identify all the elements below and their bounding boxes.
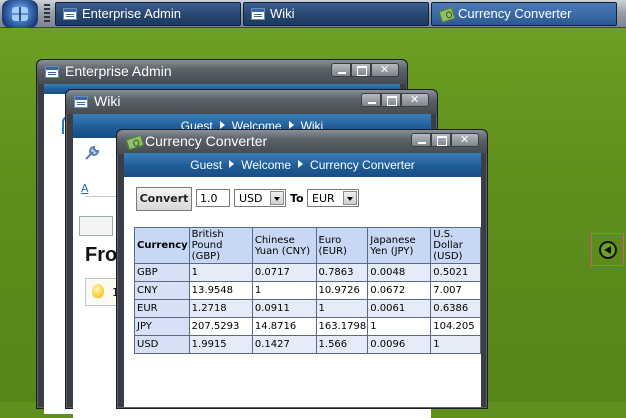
to-currency-value: EUR xyxy=(312,192,335,205)
taskbar-tab-currency-converter[interactable]: Currency Converter xyxy=(431,2,617,26)
window-title: Currency Converter xyxy=(145,133,268,149)
minimize-button[interactable] xyxy=(411,133,431,147)
breadcrumb-item[interactable]: Guest xyxy=(190,158,222,172)
table-cell: 1 xyxy=(315,299,369,318)
breadcrumb: Guest Welcome Currency Converter xyxy=(124,153,481,177)
window-icon xyxy=(45,66,59,78)
table-cell: 0.1427 xyxy=(251,335,317,354)
to-label: To xyxy=(290,192,304,205)
close-button[interactable] xyxy=(401,93,429,107)
table-cell: 1.9915 xyxy=(188,335,253,354)
taskbar-grip-icon[interactable] xyxy=(44,4,50,24)
lightbulb-icon xyxy=(92,284,104,298)
wiki-toolbar-button[interactable] xyxy=(79,216,113,236)
window-title: Wiki xyxy=(94,93,121,109)
maximize-button[interactable] xyxy=(431,133,451,147)
currency-converter-window: Currency Converter Guest Welcome Currency … xyxy=(116,129,488,409)
convert-button[interactable]: Convert xyxy=(136,187,192,211)
table-cell: 1 xyxy=(188,263,253,282)
table-cell: 1 xyxy=(430,335,481,354)
table-cell: 0.0061 xyxy=(367,299,432,318)
table-cell: 0.6386 xyxy=(430,299,481,318)
chevron-right-icon xyxy=(288,121,294,129)
column-header: Currency xyxy=(134,227,190,264)
from-currency-value: USD xyxy=(239,192,263,205)
table-cell: 0.7863 xyxy=(315,263,369,282)
column-header: Euro (EUR) xyxy=(315,227,369,264)
table-cell: 1 xyxy=(367,317,432,336)
currency-converter-content: Convert 1.0 USD To EUR Currency British … xyxy=(124,177,481,407)
table-cell: 0.5021 xyxy=(430,263,481,282)
column-header: U.S. Dollar (USD) xyxy=(430,227,481,264)
table-row: CNY 13.9548 1 10.9726 0.0672 7.007 xyxy=(134,281,481,300)
chevron-right-icon xyxy=(219,121,225,129)
table-row: EUR 1.2718 0.0911 1 0.0061 0.6386 xyxy=(134,299,481,318)
table-cell: 0.0096 xyxy=(367,335,432,354)
amount-input[interactable]: 1.0 xyxy=(196,189,230,207)
table-cell: 1.566 xyxy=(315,335,369,354)
minimize-button[interactable] xyxy=(361,93,381,107)
table-row: GBP 1 0.0717 0.7863 0.0048 0.5021 xyxy=(134,263,481,282)
taskbar: Enterprise Admin Wiki Currency Converter xyxy=(0,0,626,28)
wiki-link[interactable]: A xyxy=(81,182,89,195)
exchange-rate-table: Currency British Pound (GBP) Chinese Yua… xyxy=(134,227,481,354)
titlebar[interactable]: Wiki xyxy=(66,90,437,114)
maximize-button[interactable] xyxy=(381,93,401,107)
table-cell: 0.0048 xyxy=(367,263,432,282)
start-menu-icon[interactable] xyxy=(2,0,38,28)
chevron-down-icon[interactable] xyxy=(270,191,284,205)
minimize-button[interactable] xyxy=(331,63,351,77)
window-icon xyxy=(63,8,77,20)
chevron-right-icon xyxy=(229,160,235,168)
table-cell: 7.007 xyxy=(430,281,481,300)
table-cell: 163.1798 xyxy=(315,317,369,336)
row-header: GBP xyxy=(134,263,190,282)
row-header: USD xyxy=(134,335,190,354)
titlebar[interactable]: Enterprise Admin xyxy=(37,60,407,84)
column-header: British Pound (GBP) xyxy=(188,227,253,264)
table-cell: 1.2718 xyxy=(188,299,253,318)
money-icon xyxy=(438,7,456,23)
window-title: Enterprise Admin xyxy=(65,63,172,79)
chevron-down-icon[interactable] xyxy=(343,191,357,205)
wrench-icon[interactable] xyxy=(83,144,103,164)
column-header: Chinese Yuan (CNY) xyxy=(251,227,317,264)
money-icon xyxy=(125,134,145,151)
to-currency-select[interactable]: EUR xyxy=(307,189,359,207)
row-header: EUR xyxy=(134,299,190,318)
maximize-button[interactable] xyxy=(351,63,371,77)
taskbar-tab-wiki[interactable]: Wiki xyxy=(243,2,429,26)
row-header: CNY xyxy=(134,281,190,300)
table-cell: 104.205 xyxy=(430,317,481,336)
table-cell: 207.5293 xyxy=(188,317,253,336)
chevron-right-icon xyxy=(298,160,304,168)
from-currency-select[interactable]: USD xyxy=(234,189,286,207)
table-cell: 13.9548 xyxy=(188,281,253,300)
table-cell: 0.0672 xyxy=(367,281,432,300)
arrow-left-icon xyxy=(599,241,617,259)
page-heading: Fro xyxy=(85,244,118,266)
taskbar-tab-enterprise-admin[interactable]: Enterprise Admin xyxy=(55,2,241,26)
column-header: Japanese Yen (JPY) xyxy=(367,227,432,264)
table-cell: 10.9726 xyxy=(315,281,369,300)
close-button[interactable] xyxy=(451,133,479,147)
taskbar-tab-label: Currency Converter xyxy=(458,6,572,21)
table-cell: 14.8716 xyxy=(251,317,317,336)
taskbar-tab-label: Wiki xyxy=(270,6,295,21)
breadcrumb-item[interactable]: Welcome xyxy=(241,158,291,172)
breadcrumb-item[interactable]: Currency Converter xyxy=(310,158,415,172)
sidebar-toggle-button[interactable] xyxy=(591,233,624,266)
titlebar[interactable]: Currency Converter xyxy=(117,130,487,154)
window-icon xyxy=(74,96,88,108)
table-row: JPY 207.5293 14.8716 163.1798 1 104.205 xyxy=(134,317,481,336)
taskbar-tab-label: Enterprise Admin xyxy=(82,6,181,21)
table-cell: 0.0717 xyxy=(251,263,317,282)
table-cell: 1 xyxy=(251,281,317,300)
close-button[interactable] xyxy=(371,63,399,77)
table-row: USD 1.9915 0.1427 1.566 0.0096 1 xyxy=(134,335,481,354)
table-cell: 0.0911 xyxy=(251,299,317,318)
table-header-row: Currency British Pound (GBP) Chinese Yua… xyxy=(134,227,481,264)
row-header: JPY xyxy=(134,317,190,336)
window-icon xyxy=(251,8,265,20)
